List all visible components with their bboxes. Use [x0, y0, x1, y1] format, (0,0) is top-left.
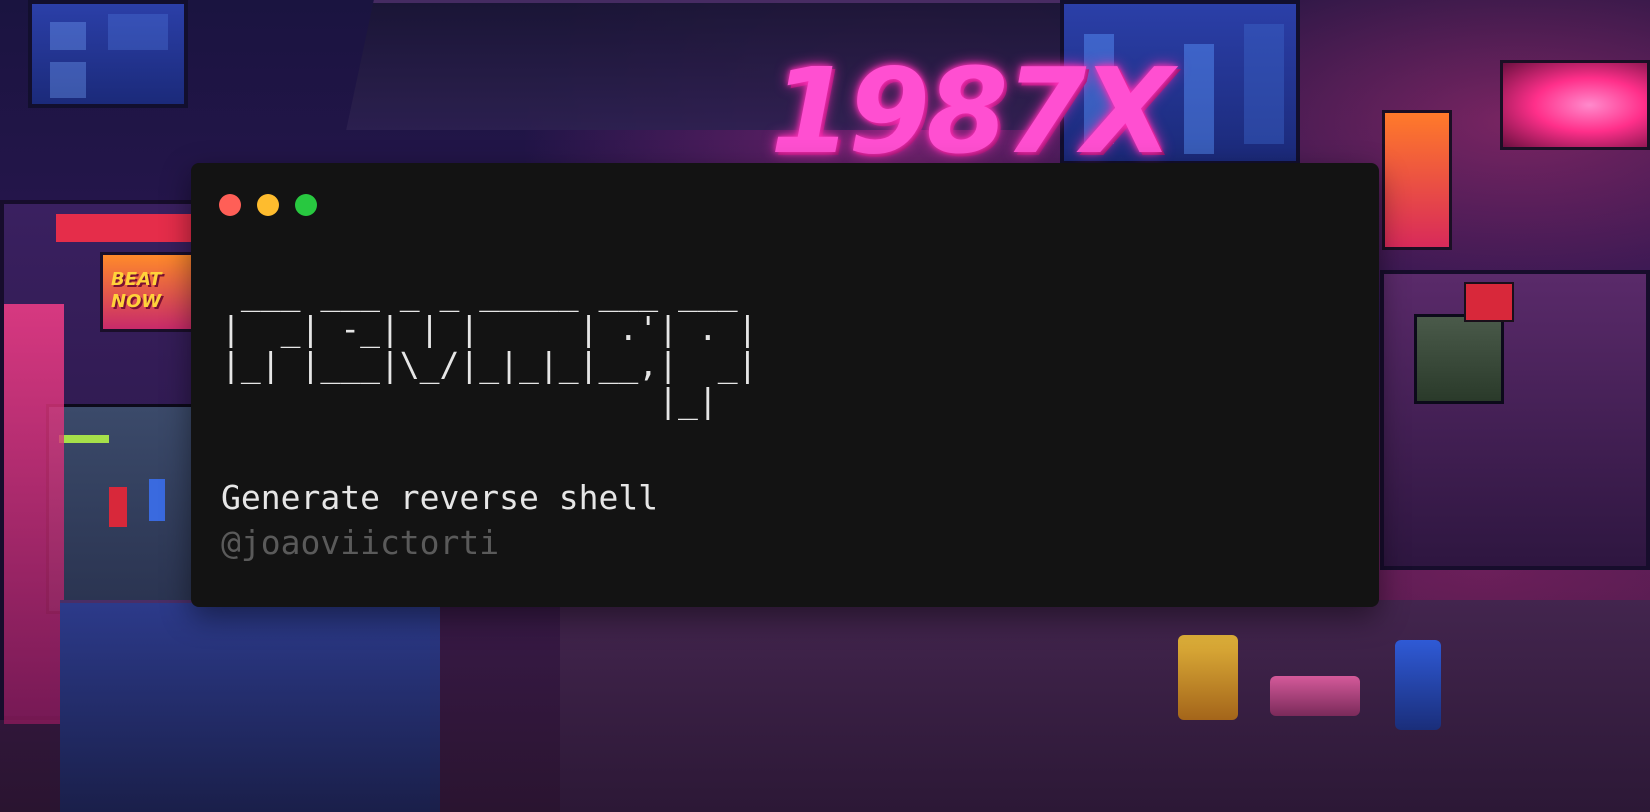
background-table [560, 600, 1650, 812]
ascii-banner: ___ ___ _ _ _____ ___ ___ | _| -_| | | |… [221, 273, 758, 420]
arcade-screen-right [1414, 314, 1504, 404]
close-window-icon[interactable] [219, 194, 241, 216]
author-handle: @joaoviictorti [221, 523, 500, 562]
background-object [1270, 676, 1360, 716]
maximize-window-icon[interactable] [295, 194, 317, 216]
background-window-left [28, 0, 188, 108]
background-poster-right [1382, 110, 1452, 250]
neon-sign: 1987X [770, 42, 1173, 180]
minimize-window-icon[interactable] [257, 194, 279, 216]
terminal-window: ___ ___ _ _ _____ ___ ___ | _| -_| | | |… [191, 163, 1379, 607]
page-title: Generate reverse shell [221, 478, 659, 517]
background-neon-lamp [1500, 60, 1650, 150]
arcade-marquee-text: BEAT NOW [111, 269, 162, 312]
background-arcade-cabinet-right [1380, 270, 1650, 570]
arcade-screen-left [46, 404, 204, 614]
background-can [1178, 635, 1238, 720]
window-controls [219, 194, 317, 216]
background-desk-left [60, 600, 440, 812]
background-bottle [1395, 640, 1441, 730]
